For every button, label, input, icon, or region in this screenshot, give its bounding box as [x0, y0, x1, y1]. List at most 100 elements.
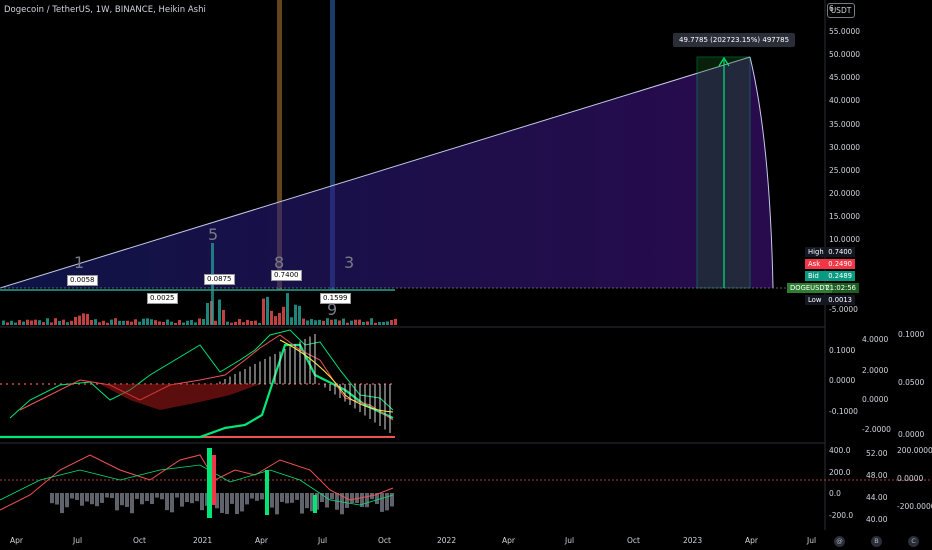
time-tick: Apr — [745, 536, 758, 545]
volume-bar — [98, 322, 101, 325]
osc-bar — [305, 493, 309, 509]
volume-bar — [194, 322, 197, 325]
price-label: 0.0058 — [67, 275, 98, 286]
volume-bar — [86, 313, 89, 325]
macd-right-tick: 0.0000 — [862, 395, 889, 404]
osc-bar — [255, 493, 259, 501]
volume-bar — [294, 304, 297, 325]
time-tick: Oct — [133, 536, 146, 545]
quote-high: High 0.7400 — [805, 247, 855, 257]
osc-right-tick: 44.00 — [866, 493, 888, 502]
auto-scale-button[interactable]: C — [908, 536, 919, 547]
volume-bar — [350, 320, 353, 325]
volume-bar — [142, 318, 145, 325]
osc-bar — [75, 493, 79, 500]
osc-left-tick: 200.0 — [829, 468, 851, 477]
macd-line — [9, 329, 394, 419]
volume-bar — [338, 320, 341, 325]
osc-bar-accent — [212, 455, 216, 505]
volume-bar — [38, 320, 41, 325]
time-tick: Oct — [627, 536, 640, 545]
volume-bar — [150, 319, 153, 325]
osc-bar — [230, 493, 234, 504]
osc-bar-accent — [265, 470, 269, 515]
osc-bar — [175, 493, 179, 498]
osc-bar — [170, 493, 174, 513]
volume-bar — [198, 318, 201, 325]
volume-bar — [122, 320, 125, 325]
time-tick: 2021 — [193, 536, 213, 545]
osc-bar — [100, 493, 104, 503]
macd-right-tick: 4.0000 — [862, 335, 889, 344]
price-tick: 25.0000 — [829, 166, 861, 175]
volume-bar — [106, 322, 109, 325]
projection-area — [0, 57, 773, 288]
osc-far-right-tick: 200.0000 — [897, 446, 932, 455]
volume-bar — [46, 318, 49, 325]
log-scale-button[interactable]: B — [871, 536, 882, 547]
osc-bar — [345, 493, 349, 508]
time-tick: Jul — [318, 536, 328, 545]
symbol-title[interactable]: Dogecoin / TetherUS, 1W, BINANCE, Heikin… — [4, 5, 206, 15]
volume-bar — [386, 321, 389, 325]
volume-bar — [186, 320, 189, 325]
time-tick: Apr — [10, 536, 23, 545]
measure-tooltip: 49.7785 (202723.15%) 497785 — [673, 33, 796, 47]
price-tick: 35.0000 — [829, 120, 861, 129]
volume-bar — [302, 318, 305, 325]
osc-left-tick: -200.0 — [829, 511, 854, 520]
volume-bar — [382, 321, 385, 325]
osc-bar — [130, 493, 134, 514]
macd-left-tick: -0.1000 — [829, 407, 858, 416]
osc-bar — [125, 493, 129, 507]
volume-bar — [326, 318, 329, 325]
volume-bar — [262, 298, 265, 325]
macd-line-2 — [19, 334, 394, 421]
volume-bar — [354, 319, 357, 325]
volume-bar — [330, 319, 333, 325]
time-tick: Oct — [378, 536, 391, 545]
time-tick: Jul — [73, 536, 83, 545]
macd-right-tick: 2.0000 — [862, 366, 889, 375]
price-label: 0.0025 — [147, 293, 178, 304]
volume-bar — [218, 299, 221, 325]
volume-bar — [158, 321, 161, 325]
quote-bid-value: 0.2489 — [828, 272, 852, 280]
volume-bar — [270, 310, 273, 325]
osc-bar — [385, 493, 389, 511]
volume-bar — [182, 322, 185, 325]
osc-bar — [350, 493, 354, 504]
osc-bar — [380, 493, 384, 512]
osc-bar — [300, 493, 304, 514]
chart-canvas[interactable] — [0, 0, 932, 550]
volume-bar — [166, 319, 169, 325]
quote-ask-label: Ask — [808, 260, 821, 268]
osc-bar-accent — [207, 448, 212, 518]
osc-bar — [110, 493, 114, 499]
volume-bar — [138, 321, 141, 325]
volume-bar — [114, 318, 117, 325]
osc-bar — [200, 493, 204, 511]
price-tick-top: 6 — [829, 4, 834, 13]
volume-bar — [66, 322, 69, 325]
volume-bar — [346, 322, 349, 325]
osc-bar — [190, 493, 194, 504]
volume-bar — [14, 322, 17, 325]
volume-bar — [2, 320, 5, 325]
goto-date-button[interactable]: @ — [834, 536, 845, 547]
osc-bar — [220, 493, 224, 513]
volume-bar — [298, 305, 301, 325]
volume-bar — [126, 320, 129, 325]
volume-bar — [290, 317, 293, 325]
volume-bar — [62, 319, 65, 325]
macd-left-tick: 0.1000 — [829, 346, 856, 355]
chart-window[interactable]: Dogecoin / TetherUS, 1W, BINANCE, Heikin… — [0, 0, 932, 550]
osc-far-right-tick: -200.0000 — [897, 502, 932, 511]
macd-far-right-tick: 0.1000 — [898, 330, 925, 339]
volume-bar — [274, 316, 277, 325]
price-tick: 10.0000 — [829, 235, 861, 244]
osc-bar — [115, 493, 119, 511]
osc-bar — [275, 493, 279, 515]
volume-bar — [170, 321, 173, 325]
volume-bar — [242, 322, 245, 325]
